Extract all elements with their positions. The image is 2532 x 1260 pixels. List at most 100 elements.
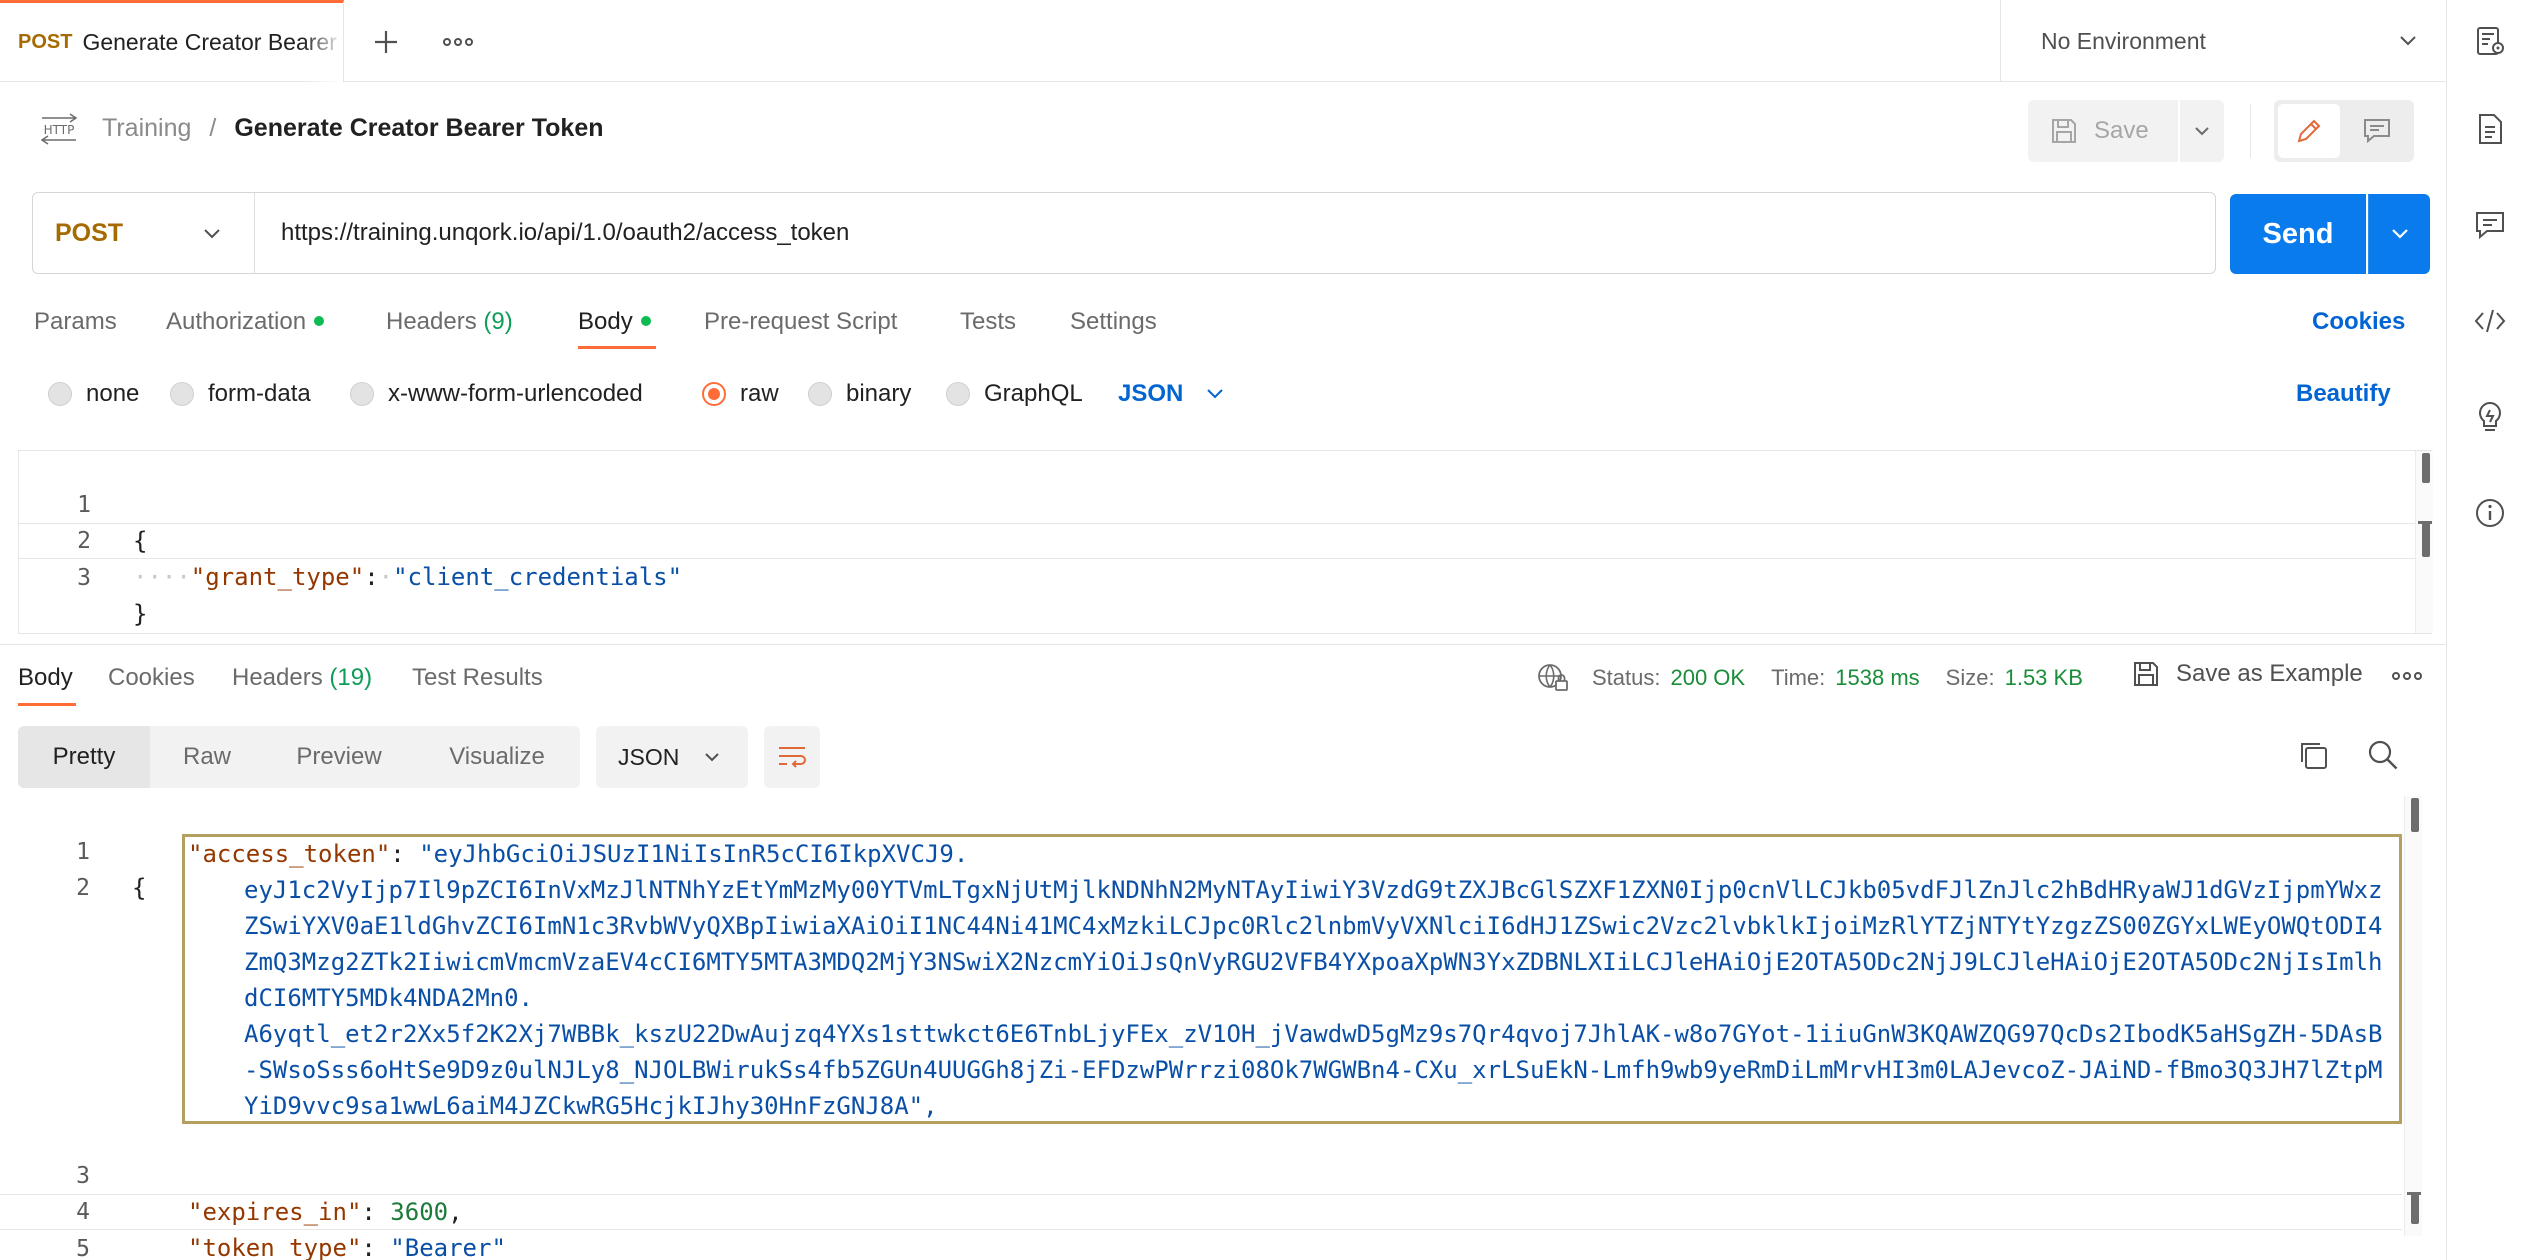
environment-selector[interactable]: No Environment (2000, 0, 2446, 82)
ellipsis-icon (443, 38, 473, 46)
copy-response-button[interactable] (2296, 738, 2330, 777)
response-format-select[interactable]: JSON (596, 726, 748, 788)
status-value[interactable]: 200 OK (1670, 665, 1745, 691)
tab-generate-creator-bearer-token[interactable]: POST Generate Creator Bearer Token (0, 0, 344, 82)
tab-params[interactable]: Params (34, 308, 117, 336)
radio-circle (808, 382, 832, 406)
radio-label: binary (846, 380, 912, 407)
documentation-button[interactable] (2469, 108, 2511, 150)
line-number: 2 (76, 875, 90, 901)
radio-graphql[interactable]: GraphQL (946, 380, 1083, 408)
request-name[interactable]: Generate Creator Bearer Token (234, 114, 603, 143)
edit-mode-button[interactable] (2278, 104, 2340, 158)
response-editor-scrollbar[interactable] (2404, 796, 2422, 1236)
response-headers-label: Headers (232, 664, 323, 691)
related-collections-button[interactable] (2469, 396, 2511, 438)
size-value[interactable]: 1.53 KB (2005, 665, 2083, 691)
tab-options-button[interactable] (436, 22, 480, 62)
beautify-button[interactable]: Beautify (2296, 380, 2391, 408)
save-options-button[interactable] (2180, 100, 2224, 162)
comment-mode-button[interactable] (2346, 104, 2408, 158)
radio-circle (48, 382, 72, 406)
radio-label: x-www-form-urlencoded (388, 380, 643, 407)
body-format-select[interactable]: JSON (1118, 380, 1225, 408)
right-sidebar (2446, 0, 2532, 1260)
new-tab-button[interactable] (366, 22, 406, 62)
code-brace: } (133, 600, 148, 628)
active-tab-indicator (578, 346, 656, 349)
response-tab-body[interactable]: Body (18, 664, 73, 692)
response-more-button[interactable] (2392, 668, 2422, 686)
code-line: 3 "expires_in": 3600, (0, 1122, 462, 1226)
comments-button[interactable] (2469, 204, 2511, 246)
radio-binary[interactable]: binary (808, 380, 911, 408)
active-response-tab-indicator (18, 703, 76, 706)
ellipsis-icon (2392, 672, 2422, 680)
mode-toggle (2274, 100, 2414, 162)
radio-form-data[interactable]: form-data (170, 380, 311, 408)
tab-headers[interactable]: Headers (9) (386, 308, 513, 336)
wrap-lines-button[interactable] (764, 726, 820, 788)
response-tab-test-results[interactable]: Test Results (412, 664, 543, 692)
tab-method-badge: POST (18, 31, 73, 53)
chevron-down-icon (1207, 389, 1224, 399)
send-options-button[interactable] (2368, 194, 2430, 274)
tab-tests[interactable]: Tests (960, 308, 1016, 336)
code-key: "grant_type" (190, 563, 365, 591)
token-line: A6yqtl_et2r2Xx5f2K2Xj7WBBk_kszU22DwAujzq… (244, 1020, 2383, 1120)
radio-circle (946, 382, 970, 406)
comments-icon (2476, 212, 2504, 240)
save-as-example-button[interactable]: Save as Example (2132, 660, 2363, 688)
breadcrumb-collection[interactable]: Training (102, 114, 191, 143)
access-token-value[interactable]: "access_token": "eyJhbGciOiJSUzI1NiIsInR… (188, 836, 2388, 1124)
breadcrumb: Training / Generate Creator Bearer Token (102, 114, 604, 143)
chevron-down-icon (2195, 127, 2209, 136)
view-preview[interactable]: Preview (264, 726, 414, 788)
search-response-button[interactable] (2366, 738, 2400, 777)
scroll-marker (2422, 523, 2430, 557)
time-label: Time: (1771, 665, 1826, 690)
headers-count: (9) (483, 308, 513, 335)
tab-authorization[interactable]: Authorization (166, 308, 325, 336)
url-input[interactable]: https://training.unqork.io/api/1.0/oauth… (281, 193, 849, 273)
tab-settings[interactable]: Settings (1070, 308, 1157, 336)
method-select[interactable]: POST (33, 193, 255, 273)
code-snippet-button[interactable] (2469, 300, 2511, 342)
tab-body[interactable]: Body (578, 308, 651, 336)
view-pretty[interactable]: Pretty (18, 726, 150, 788)
tab-pre-request-script[interactable]: Pre-request Script (704, 308, 897, 336)
send-button[interactable]: Send (2230, 194, 2366, 274)
radio-raw[interactable]: raw (702, 380, 779, 408)
time-value[interactable]: 1538 ms (1835, 665, 1919, 691)
request-body-editor[interactable]: 1 { 2 ····"grant_type":·"client_credenti… (18, 450, 2433, 634)
code-string: "Bearer" (390, 1234, 506, 1260)
code-line-current: 5 } (0, 1194, 2402, 1260)
request-editor-scrollbar[interactable] (2415, 451, 2433, 633)
environment-quick-look-button[interactable] (2469, 20, 2511, 62)
response-tab-headers[interactable]: Headers (19) (232, 664, 372, 692)
view-visualize[interactable]: Visualize (414, 726, 580, 788)
chevron-down-icon (204, 229, 220, 239)
floppy-icon (2052, 119, 2076, 143)
response-body-viewer[interactable]: 1 { 2 "access_token": "eyJhbGciOiJSUzI1N… (0, 796, 2432, 1260)
globe-lock-icon[interactable] (1536, 662, 1570, 694)
radio-none[interactable]: none (48, 380, 139, 408)
info-icon (2476, 499, 2504, 527)
cookies-link[interactable]: Cookies (2312, 308, 2405, 336)
view-raw[interactable]: Raw (150, 726, 264, 788)
scroll-thumb[interactable] (2422, 453, 2430, 483)
response-headers-count: (19) (329, 664, 373, 691)
radio-urlencoded[interactable]: x-www-form-urlencoded (350, 380, 643, 408)
response-view-switcher: Pretty Raw Preview Visualize (18, 726, 580, 788)
pane-divider[interactable] (0, 644, 2446, 645)
response-tab-cookies[interactable]: Cookies (108, 664, 195, 692)
radio-circle-selected (702, 382, 726, 406)
tab-headers-label: Headers (386, 308, 477, 335)
chevron-down-icon (2391, 229, 2408, 239)
code-line-current: 3 } (19, 523, 2415, 628)
request-info-button[interactable] (2469, 492, 2511, 534)
code-line: 4 "token_type": "Bearer" (0, 1158, 506, 1260)
scroll-thumb[interactable] (2411, 798, 2419, 832)
save-button[interactable]: Save (2028, 100, 2178, 162)
code-string: "client_credentials" (393, 563, 683, 591)
